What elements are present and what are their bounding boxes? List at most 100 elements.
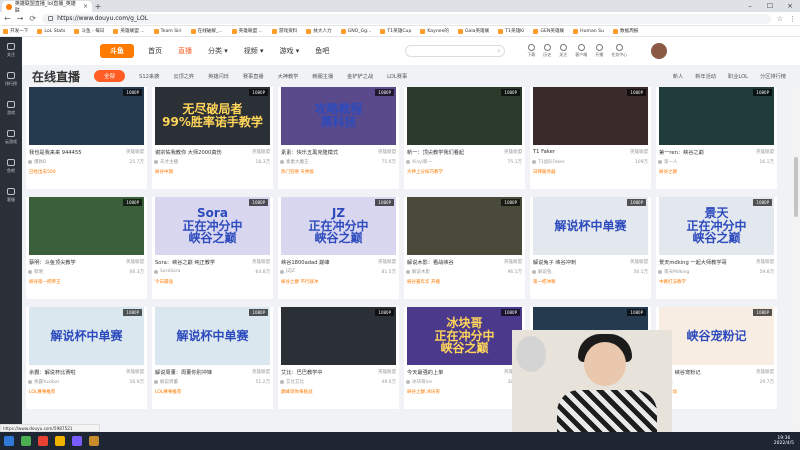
stream-thumbnail[interactable]: 解说杯中单赛 1080P <box>533 197 648 255</box>
filter-tag[interactable]: 韩服主播 <box>312 73 333 80</box>
stream-card[interactable]: 解说杯中单赛 1080P 解说兔子 峡谷冲刺 英雄联盟 解说兔 56.1万 第一把冲啊 <box>530 197 651 299</box>
nav-item[interactable]: 鱼吧 <box>315 46 329 56</box>
tool-item[interactable]: 历史 <box>543 44 551 58</box>
douyu-logo[interactable]: 斗鱼 <box>100 44 134 58</box>
streamer-name[interactable]: JZJZ <box>280 269 295 274</box>
stream-thumbnail[interactable]: 1080P <box>659 87 774 145</box>
streamer-name[interactable]: 解说木影 <box>406 269 430 275</box>
stream-card[interactable]: JZ 正在冲分中 峡谷之巅 1080P 峡谷1800adad 巅峰 英雄联盟 JZJZ 8… <box>278 197 399 299</box>
bookmark-item[interactable]: 数据周报 <box>613 28 638 34</box>
bookmark-item[interactable]: Team Siri <box>153 28 182 34</box>
stream-title[interactable]: 小艺：峡谷宠粉记 <box>659 369 751 376</box>
sidebar-item[interactable]: 排行榜 <box>5 72 17 87</box>
stream-tag[interactable]: 日韩服务器 <box>533 169 556 175</box>
bookmark-item[interactable]: GNO_Gg... <box>340 28 371 34</box>
stream-thumbnail[interactable]: 峡谷宠粉记 1080P <box>659 307 774 365</box>
stream-title[interactable]: Sora：峡谷之巅 纯正教学 <box>155 259 247 266</box>
stream-tag[interactable]: 已经出去500 <box>29 169 56 175</box>
stream-thumbnail[interactable]: 景天 正在冲分中 峡谷之巅 1080P <box>659 197 774 255</box>
bookmark-item[interactable]: 斗鱼 - 每日 <box>74 28 104 34</box>
avatar[interactable] <box>651 43 668 59</box>
stream-category[interactable]: 英雄联盟 <box>126 369 144 375</box>
stream-card[interactable]: 1080P 蔡明：斗鱼顶尖教学 英雄联盟 蔡明 66.3万 峡谷第一把帝王 <box>26 197 147 299</box>
tool-item[interactable]: 开播 <box>595 44 603 58</box>
filter-tag[interactable]: 金铲铲之战 <box>347 73 373 80</box>
stream-title[interactable]: 艾比：巴巴教学中 <box>281 369 373 376</box>
stream-title[interactable]: 我也是我来来 944455 <box>29 149 121 156</box>
streamer-name[interactable]: 解说兔 <box>532 269 552 275</box>
streamer-name[interactable]: 第一人 <box>658 159 678 165</box>
close-window-icon[interactable]: × <box>780 0 800 12</box>
stream-thumbnail[interactable]: 解说杯中单赛 1080P <box>155 307 270 365</box>
streamer-name[interactable]: 蔡明 <box>28 269 43 275</box>
streamer-name[interactable]: Xinyi新一 <box>405 159 432 165</box>
search-box[interactable]: ⌕ <box>405 45 506 57</box>
stream-tag[interactable]: 中路打法教学 <box>659 279 686 285</box>
stream-tag[interactable]: 峡谷之巅 不行就冲 <box>281 279 318 285</box>
reload-icon[interactable]: ⟳ <box>29 14 36 23</box>
filter-tag[interactable]: 云顶之弈 <box>173 73 194 80</box>
sidebar-item[interactable]: 客服 <box>7 188 15 203</box>
stream-card[interactable]: 无尽破局者 99%胜率诺手教学 1080P 谢宗佑我教你 大师2000真伤 英雄联盟天… <box>152 87 273 189</box>
stream-category[interactable]: 英雄联盟 <box>630 259 648 265</box>
back-icon[interactable]: ← <box>4 14 11 23</box>
stream-title[interactable]: 解说兔子 峡谷冲刺 <box>533 259 625 266</box>
new-tab-button[interactable]: + <box>92 1 104 12</box>
stream-card[interactable]: 解说杯中单赛 1080P 余霸：解说杯比赛啦 英雄联盟 余霸Yuxibar 56.9万 LO… <box>26 307 147 409</box>
bookmark-item[interactable]: 英雄联盟 ... <box>113 28 145 34</box>
stream-card[interactable]: Sora 正在冲分中 峡谷之巅 1080P Sora：峡谷之巅 纯正教学 英雄联盟 So… <box>152 197 273 299</box>
stream-thumbnail[interactable]: 无尽破局者 99%胜率诺手教学 1080P <box>155 87 270 145</box>
stream-card[interactable]: 1080P 我也是我来来 944455 英雄联盟 爆款B 25.7万 已经出去500 <box>26 87 147 189</box>
chrome-icon[interactable] <box>21 436 31 446</box>
stream-card[interactable]: 1080P 第一ren：峡谷之巅 英雄联盟 第一人 16.1万 峡谷之巅 <box>656 87 777 189</box>
stream-tag[interactable]: LOL赛事推荐 <box>29 389 55 395</box>
stream-category[interactable]: 英雄联盟 <box>504 149 522 155</box>
tool-item[interactable]: 下载 <box>527 44 535 58</box>
stream-thumbnail[interactable]: 1080P <box>407 87 522 145</box>
stream-tag[interactable]: 热门召唤 天秀级 <box>281 169 314 175</box>
stream-thumbnail[interactable]: 攻略教程 黑科技 1080P <box>281 87 396 145</box>
stream-thumbnail[interactable]: Sora 正在冲分中 峡谷之巅 1080P <box>155 197 270 255</box>
stream-category[interactable]: 英雄联盟 <box>378 149 396 155</box>
stream-tag[interactable]: 第一把冲啊 <box>533 279 556 285</box>
stream-card[interactable]: 1080P T1 Faker 英雄联盟 T1战队Faker 109万 日韩服务器 <box>530 87 651 189</box>
stream-tag[interactable]: 峡谷中期 <box>155 169 173 175</box>
streamer-name[interactable]: 艾比艾比 <box>280 379 304 385</box>
search-icon[interactable]: ⌕ <box>497 48 500 54</box>
bookmark-item[interactable]: Kaynee的 <box>420 28 449 34</box>
stream-thumbnail[interactable]: 1080P <box>407 197 522 255</box>
streamer-name[interactable]: 景天Mdking <box>657 269 689 275</box>
forward-icon[interactable]: → <box>17 14 24 23</box>
streamer-name[interactable]: 天才主播 <box>154 159 178 165</box>
tool-item[interactable]: 任务中心 <box>611 44 627 58</box>
stream-category[interactable]: 英雄联盟 <box>378 369 396 375</box>
filter-all-button[interactable]: 全部 <box>94 70 126 82</box>
taskbar-app-icon[interactable] <box>89 436 99 446</box>
streamer-name[interactable]: SoraSora <box>153 269 180 274</box>
nav-item[interactable]: 分类 ▾ <box>208 46 228 56</box>
filter-tag[interactable]: 赛事直播 <box>243 73 264 80</box>
stream-category[interactable]: 英雄联盟 <box>126 259 144 265</box>
stream-tag[interactable]: LOL赛事推荐 <box>155 389 181 395</box>
stream-card[interactable]: 峡谷宠粉记1080P小艺：峡谷宠粉记英雄联盟小艺29.7万宠粉活动 <box>656 307 777 409</box>
stream-card[interactable]: 解说杯中单赛 1080P 解说周董：周董你别冲锋 英雄联盟 解说周董 51.2万 LOL赛事… <box>152 307 273 409</box>
bookmark-item[interactable]: 在线破解_... <box>190 28 223 34</box>
stream-category[interactable]: 英雄联盟 <box>126 149 144 155</box>
bookmark-item[interactable]: 扶大人力 <box>306 28 332 34</box>
minimize-icon[interactable]: – <box>740 0 760 12</box>
bookmark-item[interactable]: LoL Stats <box>37 28 65 34</box>
filter-right-item[interactable]: 职业LOL <box>728 73 748 80</box>
maximize-icon[interactable]: ☐ <box>760 0 780 12</box>
stream-title[interactable]: 第一ren：峡谷之巅 <box>659 149 751 156</box>
stream-tag[interactable]: 今日最强 <box>155 279 173 285</box>
tool-item[interactable]: 客户端 <box>575 44 587 58</box>
stream-tag[interactable]: 峡谷之巅 <box>659 169 677 175</box>
stream-thumbnail[interactable]: 解说杯中单赛 1080P <box>29 307 144 365</box>
stream-thumbnail[interactable]: JZ 正在冲分中 峡谷之巅 1080P <box>281 197 396 255</box>
bookmark-item[interactable]: GEN英雄联 <box>533 28 564 34</box>
stream-thumbnail[interactable]: 1080P <box>533 87 648 145</box>
streamer-name[interactable]: 冰块哥Ice <box>405 379 432 385</box>
stream-card[interactable]: 1080P 艾比：巴巴教学中 英雄联盟 艾比艾比 49.6万 巅峰等你来挑战 <box>278 307 399 409</box>
bookmark-item[interactable]: T1英雄Ki <box>498 28 524 34</box>
scrollbar[interactable] <box>792 87 800 430</box>
